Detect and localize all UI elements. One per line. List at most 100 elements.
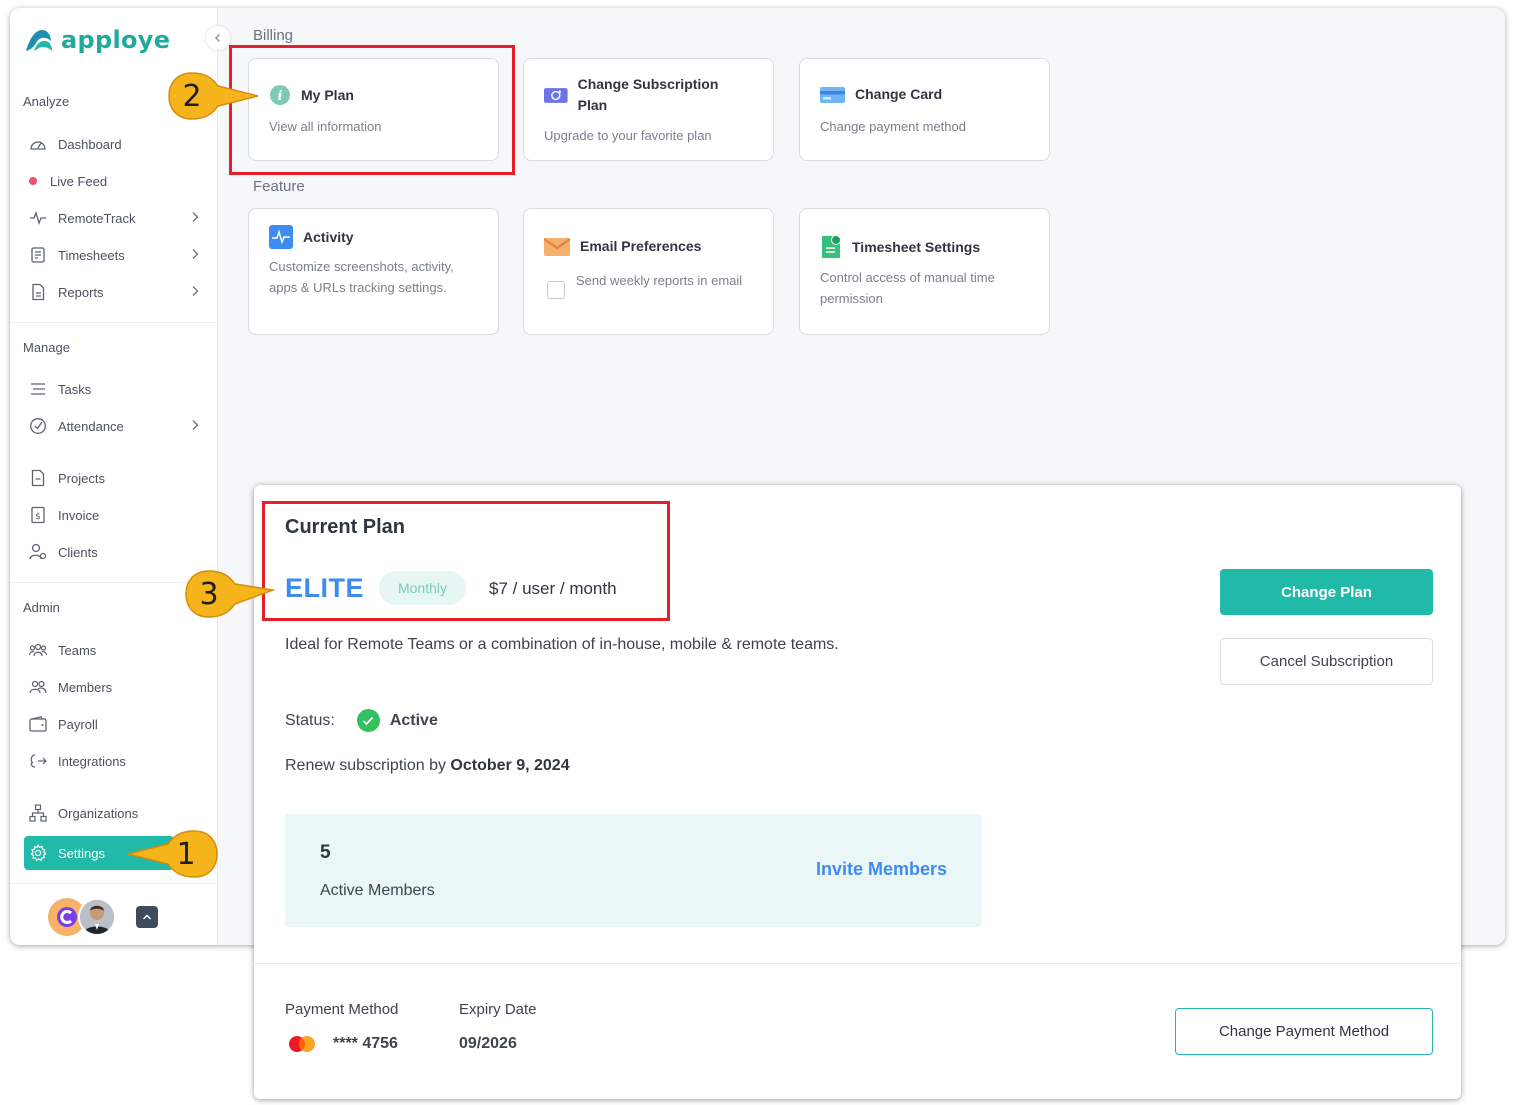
cancel-subscription-button[interactable]: Cancel Subscription [1220, 638, 1433, 685]
sidebar-item-reports[interactable]: Reports [24, 277, 204, 307]
callout-2: 2 [166, 70, 259, 122]
renew-prefix: Renew subscription by [285, 757, 451, 774]
sidebar-item-attendance[interactable]: Attendance [24, 411, 204, 441]
clients-icon [28, 542, 48, 562]
chevron-right-icon [192, 286, 199, 296]
card-description: Control access of manual time permission [820, 270, 995, 306]
chevron-up-icon [143, 914, 151, 920]
sidebar-item-timesheets[interactable]: Timesheets [24, 240, 204, 270]
live-dot-icon [28, 171, 38, 191]
plan-status: Status: Active [285, 709, 438, 732]
callout-number: 1 [176, 836, 196, 872]
sidebar-item-clients[interactable]: Clients [24, 537, 204, 567]
chevron-left-icon [215, 34, 220, 42]
billing-section-label: Billing [253, 27, 294, 44]
change-plan-button[interactable]: Change Plan [1220, 569, 1433, 615]
callout-1: 1 [124, 828, 218, 880]
sidebar-item-label: Teams [58, 642, 97, 658]
callout-3: 3 [183, 568, 276, 620]
my-plan-highlight-box [229, 45, 515, 175]
sidebar-divider [10, 883, 218, 884]
sidebar-item-label: Invoice [58, 507, 100, 523]
check-circle-icon [356, 709, 380, 732]
expand-menu-button[interactable] [136, 906, 158, 928]
email-icon [544, 237, 570, 256]
timesheet-icon [28, 245, 48, 265]
sidebar-item-members[interactable]: Members [24, 672, 204, 702]
chevron-right-icon [192, 420, 199, 430]
invoice-icon: $ [28, 505, 48, 525]
sidebar-item-label: Dashboard [58, 136, 122, 152]
current-plan-highlight-box [262, 501, 670, 621]
activity-icon [269, 225, 293, 249]
apploye-logo-icon [26, 30, 52, 51]
sidebar-item-label: Timesheets [58, 247, 125, 263]
teams-icon [28, 640, 48, 660]
card-description: Change payment method [820, 119, 966, 134]
invite-members-link[interactable]: Invite Members [816, 859, 947, 880]
active-members-box: 5 Active Members Invite Members [285, 814, 982, 927]
card-title: Change Card [855, 86, 943, 102]
sidebar-item-label: Live Feed [50, 173, 108, 189]
org-logo-icon [57, 907, 77, 927]
collapse-sidebar-button[interactable] [206, 26, 230, 50]
subscription-icon [544, 88, 568, 103]
activity-card[interactable]: Activity Customize screenshots, activity… [248, 208, 499, 335]
sidebar-item-label: Projects [58, 470, 105, 486]
status-label: Status: [285, 711, 335, 729]
callout-number: 3 [199, 576, 219, 612]
app-logo[interactable]: apploye [24, 26, 170, 54]
sidebar-item-remotetrack[interactable]: RemoteTrack [24, 203, 204, 233]
gear-icon [28, 843, 48, 863]
change-card-card[interactable]: Change Card Change payment method [799, 58, 1050, 161]
active-members-count: 5 [320, 842, 331, 863]
section-title-manage: Manage [23, 340, 70, 355]
sidebar-item-teams[interactable]: Teams [24, 635, 204, 665]
email-preferences-card[interactable]: Email Preferences Send weekly reports in… [523, 208, 774, 335]
status-value: Active [389, 711, 438, 729]
sidebar-item-label: Organizations [58, 805, 139, 821]
sidebar-item-projects[interactable]: Projects [24, 463, 204, 493]
weekly-report-checkbox[interactable] [547, 281, 565, 299]
change-subscription-plan-card[interactable]: Change Subscription Plan Upgrade to your… [523, 58, 774, 161]
plan-description: Ideal for Remote Teams or a combination … [285, 636, 839, 653]
card-title: Activity [303, 228, 354, 245]
expiry-date-label: Expiry Date [459, 1001, 537, 1018]
organization-icon [28, 803, 48, 823]
sidebar-item-label: Integrations [58, 753, 126, 769]
timesheet-icon [822, 235, 841, 258]
payment-method-value: **** 4756 [287, 1035, 398, 1053]
timesheet-settings-card[interactable]: Timesheet Settings Control access of man… [799, 208, 1050, 335]
card-description: Customize screenshots, activity, apps & … [269, 259, 454, 295]
feature-section-label: Feature [253, 178, 305, 195]
panel-divider [254, 963, 1461, 964]
card-number: **** 4756 [333, 1035, 398, 1052]
sidebar-item-organizations[interactable]: Organizations [24, 798, 204, 828]
change-payment-method-button[interactable]: Change Payment Method [1175, 1008, 1433, 1055]
section-title-admin: Admin [23, 600, 60, 615]
checkbox-label: Send weekly reports in email [576, 273, 743, 288]
sidebar: apploye Analyze Dashboard Live Feed Remo… [10, 8, 230, 945]
sidebar-item-integrations[interactable]: Integrations [24, 746, 204, 776]
project-icon [28, 468, 48, 488]
pulse-icon [28, 208, 48, 228]
sidebar-item-tasks[interactable]: Tasks [24, 374, 204, 404]
card-title: Timesheet Settings [852, 238, 981, 255]
app-name: apploye [61, 26, 171, 54]
payment-method-label: Payment Method [285, 1001, 399, 1018]
sidebar-footer [48, 898, 158, 936]
sidebar-item-label: Tasks [58, 381, 92, 397]
sidebar-item-live-feed[interactable]: Live Feed [24, 166, 204, 196]
sidebar-item-dashboard[interactable]: Dashboard [24, 129, 204, 159]
sidebar-item-invoice[interactable]: $ Invoice [24, 500, 204, 530]
callout-number: 2 [182, 78, 202, 114]
sidebar-item-payroll[interactable]: Payroll [24, 709, 204, 739]
svg-text:$: $ [35, 512, 41, 522]
user-photo-icon [80, 900, 114, 934]
user-avatar[interactable] [78, 898, 116, 936]
card-title: Email Preferences [580, 238, 702, 254]
report-icon [28, 282, 48, 302]
integrations-icon [28, 751, 48, 771]
sidebar-item-label: Payroll [58, 716, 98, 732]
sidebar-item-label: RemoteTrack [58, 210, 136, 226]
